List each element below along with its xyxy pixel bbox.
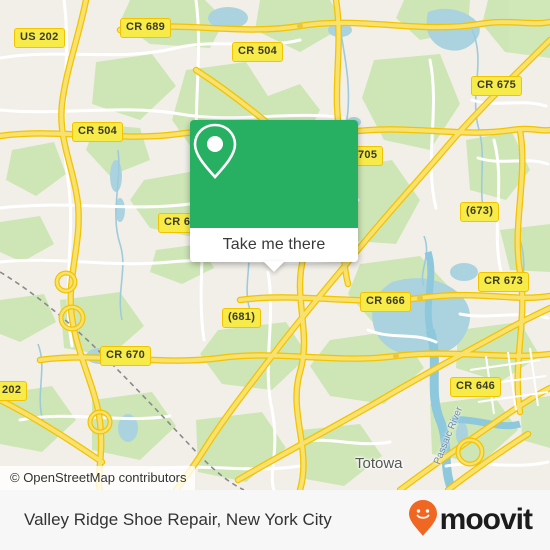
road-shield[interactable]: US 202	[14, 28, 65, 48]
road-shield[interactable]: CR 673	[478, 272, 530, 292]
road-shield[interactable]: CR 675	[471, 76, 523, 96]
road-shield[interactable]: 202	[0, 381, 28, 401]
footer-bar: Valley Ridge Shoe Repair, New York City …	[0, 490, 550, 550]
road-shield[interactable]: (681)	[222, 308, 262, 328]
popup-header	[190, 120, 358, 228]
road-shield[interactable]: CR 646	[450, 377, 502, 397]
road-shield[interactable]: CR 666	[360, 292, 412, 312]
osm-attribution[interactable]: © OpenStreetMap contributors	[0, 466, 195, 490]
road-shield[interactable]: (673)	[460, 202, 500, 222]
road-shield[interactable]: CR 670	[100, 346, 152, 366]
road-shield[interactable]: CR 504	[232, 42, 284, 62]
map-screenshot: US 202 CR 689 CR 504 CR 675 CR 504 705 C…	[0, 0, 550, 550]
place-label-totowa: Totowa	[355, 455, 403, 472]
popup-pointer	[263, 261, 285, 272]
moovit-wordmark: moovit	[439, 503, 533, 536]
popup-action[interactable]: Take me there	[190, 228, 358, 262]
moovit-pin-smiley-icon	[408, 499, 438, 542]
road-shield[interactable]: CR 504	[72, 122, 124, 142]
road-shield[interactable]: CR 689	[120, 18, 172, 38]
location-title: Valley Ridge Shoe Repair, New York City	[24, 510, 332, 529]
moovit-logo[interactable]: moovit	[408, 499, 533, 542]
location-popup[interactable]: Take me there	[190, 120, 358, 272]
map-canvas[interactable]: US 202 CR 689 CR 504 CR 675 CR 504 705 C…	[0, 0, 550, 490]
take-me-there-label: Take me there	[222, 236, 326, 253]
